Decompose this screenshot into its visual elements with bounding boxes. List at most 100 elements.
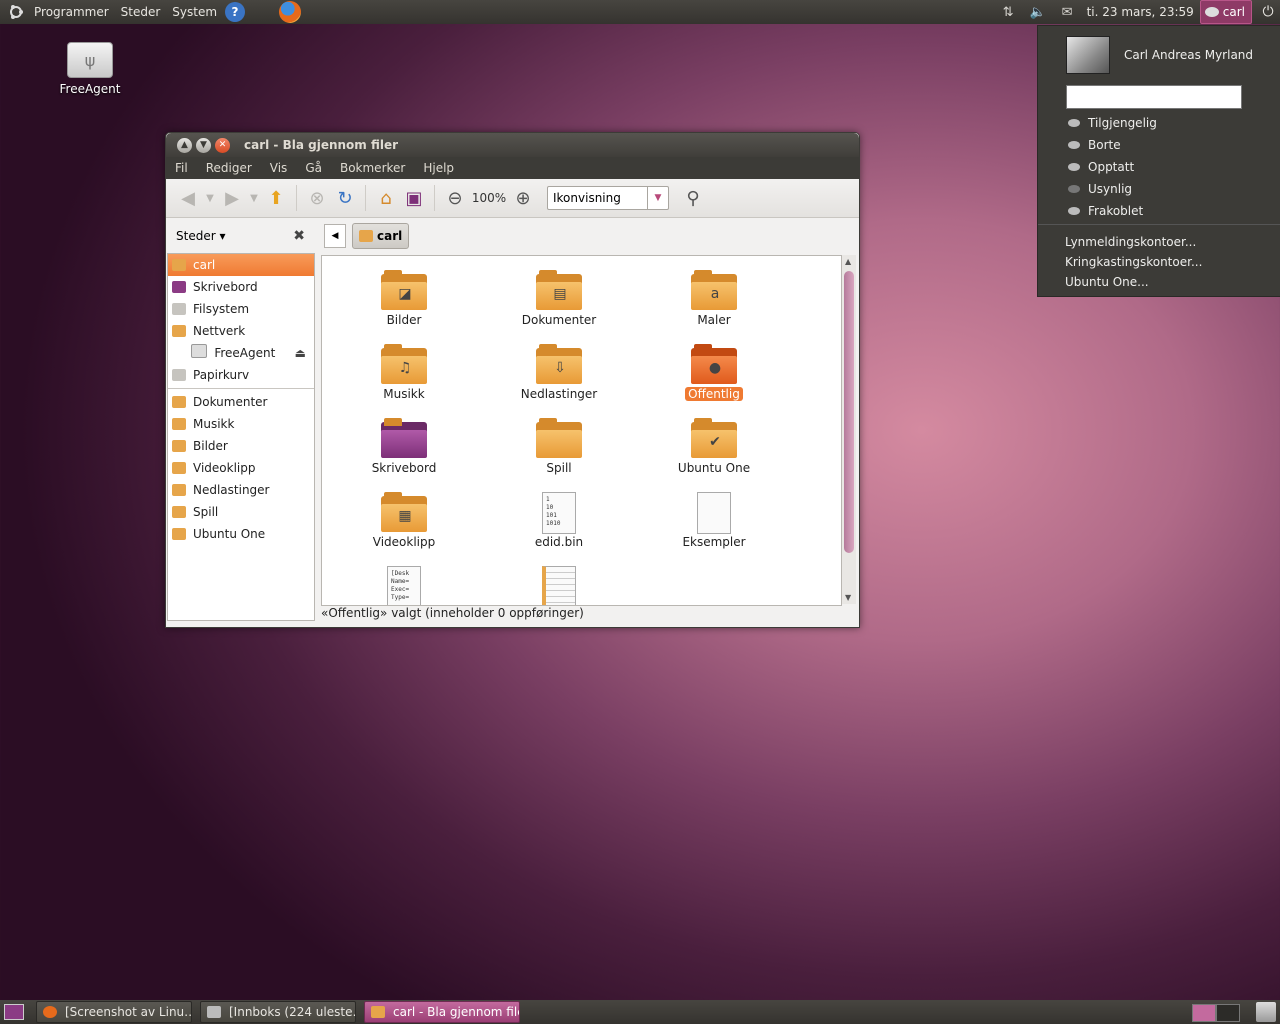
sidebar-type-select[interactable]: Steder ▾ bbox=[176, 229, 225, 243]
user-status-button[interactable]: carl bbox=[1199, 0, 1252, 24]
desktop-icon-freeagent[interactable]: ψ FreeAgent bbox=[52, 42, 128, 96]
search-icon[interactable]: ⚲ bbox=[679, 184, 707, 212]
file-item[interactable]: ♫ Musikk bbox=[354, 344, 454, 401]
menu-rediger[interactable]: Rediger bbox=[197, 157, 261, 179]
status-item-frakoblet[interactable]: Frakoblet bbox=[1068, 200, 1157, 222]
menu-vis[interactable]: Vis bbox=[261, 157, 297, 179]
network-icon[interactable]: ⇅ bbox=[1003, 5, 1014, 20]
menu-item-broadcast-accounts[interactable]: Kringkastingskontoer... bbox=[1065, 252, 1202, 272]
view-mode-select[interactable]: Ikonvisning ▼ bbox=[547, 186, 669, 210]
file-item[interactable] bbox=[509, 566, 609, 605]
file-item[interactable]: ⇩ Nedlastinger bbox=[509, 344, 609, 401]
file-item[interactable]: [Desk Name= Exec= Type= bbox=[354, 566, 454, 605]
forward-history-dropdown-icon[interactable]: ▼ bbox=[246, 184, 262, 212]
usb-drive-icon bbox=[191, 344, 208, 358]
sidebar-item-nedlastinger[interactable]: Nedlastinger bbox=[168, 479, 314, 501]
file-item[interactable]: a Maler bbox=[664, 270, 764, 327]
menu-fil[interactable]: Fil bbox=[166, 157, 197, 179]
forward-arrow-icon[interactable]: ▶ bbox=[218, 184, 246, 212]
path-button-carl[interactable]: carl bbox=[352, 223, 410, 249]
maximize-icon[interactable]: ▼ bbox=[196, 137, 211, 153]
file-item[interactable]: ✔ Ubuntu One bbox=[664, 418, 764, 475]
status-item-borte[interactable]: Borte bbox=[1068, 134, 1157, 156]
home-folder-icon[interactable]: ⌂ bbox=[372, 184, 400, 212]
sidebar-item-nettverk[interactable]: Nettverk bbox=[168, 320, 314, 342]
show-desktop-icon[interactable] bbox=[4, 1004, 24, 1020]
taskbar-item-firefox[interactable]: [Screenshot av Linu… bbox=[36, 1001, 192, 1023]
file-item[interactable]: ◪ Bilder bbox=[354, 270, 454, 327]
stop-icon[interactable]: ⊗ bbox=[303, 184, 331, 212]
sidebar-item-musikk[interactable]: Musikk bbox=[168, 413, 314, 435]
sidebar-item-label: Nedlastinger bbox=[193, 483, 270, 497]
firefox-launcher-icon[interactable] bbox=[279, 1, 302, 23]
menu-hjelp[interactable]: Hjelp bbox=[414, 157, 463, 179]
icon-view[interactable]: ◪ Bilder ▤ Dokumenter a Maler ♫ Musikk ⇩ Nedlasti… bbox=[321, 255, 842, 606]
file-item[interactable]: Skrivebord bbox=[354, 418, 454, 475]
sidebar-item-spill[interactable]: Spill bbox=[168, 501, 314, 523]
taskbar-item-mail[interactable]: [Innboks (224 uleste… bbox=[200, 1001, 356, 1023]
power-icon[interactable]: ⏻ bbox=[1256, 4, 1280, 20]
path-scroll-left-icon[interactable]: ◀ bbox=[324, 224, 346, 248]
zoom-level[interactable]: 100% bbox=[469, 191, 509, 205]
mail-icon[interactable]: ✉ bbox=[1062, 5, 1073, 20]
sidebar-item-filsystem[interactable]: Filsystem bbox=[168, 298, 314, 320]
folder-emblem: ▦ bbox=[398, 508, 412, 524]
menu-bokmerker[interactable]: Bokmerker bbox=[331, 157, 414, 179]
sidebar-item-videoklipp[interactable]: Videoklipp bbox=[168, 457, 314, 479]
sidebar-item-papirkurv[interactable]: Papirkurv bbox=[168, 364, 314, 386]
status-item-usynlig[interactable]: Usynlig bbox=[1068, 178, 1157, 200]
file-item[interactable]: Eksempler bbox=[664, 492, 764, 549]
status-item-tilgjengelig[interactable]: Tilgjengelig bbox=[1068, 112, 1157, 134]
menu-programmer[interactable]: Programmer bbox=[28, 0, 115, 24]
sidebar-item-skrivebord[interactable]: Skrivebord bbox=[168, 276, 314, 298]
window-title: carl - Bla gjennom filer bbox=[244, 138, 399, 152]
workspace-2[interactable] bbox=[1216, 1004, 1240, 1022]
trash-icon[interactable] bbox=[1256, 1002, 1276, 1022]
clock[interactable]: ti. 23 mars, 23:59 bbox=[1087, 5, 1194, 19]
status-message-input[interactable] bbox=[1066, 85, 1242, 109]
menu-system[interactable]: System bbox=[166, 0, 223, 24]
scroll-up-icon[interactable]: ▲ bbox=[845, 257, 851, 266]
menu-item-chat-accounts[interactable]: Lynmeldingskontoer... bbox=[1065, 232, 1202, 252]
zoom-out-icon[interactable]: ⊖ bbox=[441, 184, 469, 212]
computer-icon[interactable]: ▣ bbox=[400, 184, 428, 212]
scroll-down-icon[interactable]: ▼ bbox=[845, 593, 851, 602]
close-icon[interactable]: ✕ bbox=[215, 137, 230, 153]
menu-steder[interactable]: Steder bbox=[115, 0, 167, 24]
scrollbar-thumb[interactable] bbox=[844, 271, 854, 553]
menu-ga[interactable]: Gå bbox=[296, 157, 331, 179]
eject-icon[interactable]: ⏏ bbox=[295, 346, 306, 360]
close-sidebar-icon[interactable]: ✖ bbox=[293, 228, 305, 244]
minimize-icon[interactable]: ▲ bbox=[177, 137, 192, 153]
zoom-in-icon[interactable]: ⊕ bbox=[509, 184, 537, 212]
up-arrow-icon[interactable]: ⬆ bbox=[262, 184, 290, 212]
offline-icon bbox=[1068, 207, 1080, 215]
folder-icon: ◪ bbox=[381, 270, 427, 310]
sidebar-item-freeagent[interactable]: FreeAgent ⏏ bbox=[168, 342, 314, 364]
user-profile[interactable]: Carl Andreas Myrland bbox=[1066, 36, 1253, 74]
back-history-dropdown-icon[interactable]: ▼ bbox=[202, 184, 218, 212]
status-item-opptatt[interactable]: Opptatt bbox=[1068, 156, 1157, 178]
menu-item-ubuntu-one[interactable]: Ubuntu One... bbox=[1065, 272, 1202, 292]
vertical-scrollbar[interactable]: ▲ ▼ bbox=[842, 255, 856, 604]
ubuntu-logo-icon[interactable] bbox=[4, 0, 28, 24]
back-arrow-icon[interactable]: ◀ bbox=[174, 184, 202, 212]
sidebar-item-bilder[interactable]: Bilder bbox=[168, 435, 314, 457]
workspace-1[interactable] bbox=[1192, 1004, 1216, 1022]
sidebar-item-ubuntu-one[interactable]: Ubuntu One bbox=[168, 523, 314, 545]
volume-icon[interactable]: 🔈 bbox=[1029, 5, 1045, 20]
file-item[interactable]: Spill bbox=[509, 418, 609, 475]
window-titlebar[interactable]: ▲ ▼ ✕ carl - Bla gjennom filer bbox=[166, 133, 859, 157]
user-name: carl bbox=[1222, 5, 1245, 19]
sidebar-item-dokumenter[interactable]: Dokumenter bbox=[168, 391, 314, 413]
sidebar-item-carl[interactable]: carl bbox=[168, 254, 314, 276]
folder-icon: ✔ bbox=[691, 418, 737, 458]
file-item[interactable]: ● Offentlig bbox=[664, 344, 764, 401]
file-item[interactable]: ▤ Dokumenter bbox=[509, 270, 609, 327]
help-icon[interactable]: ? bbox=[225, 2, 246, 22]
reload-icon[interactable]: ↻ bbox=[331, 184, 359, 212]
taskbar-item-file-manager[interactable]: carl - Bla gjennom filer bbox=[364, 1001, 520, 1023]
file-item[interactable]: 1 10 101 1010 edid.bin bbox=[509, 492, 609, 549]
file-item[interactable]: ▦ Videoklipp bbox=[354, 492, 454, 549]
folder-icon bbox=[381, 418, 427, 458]
